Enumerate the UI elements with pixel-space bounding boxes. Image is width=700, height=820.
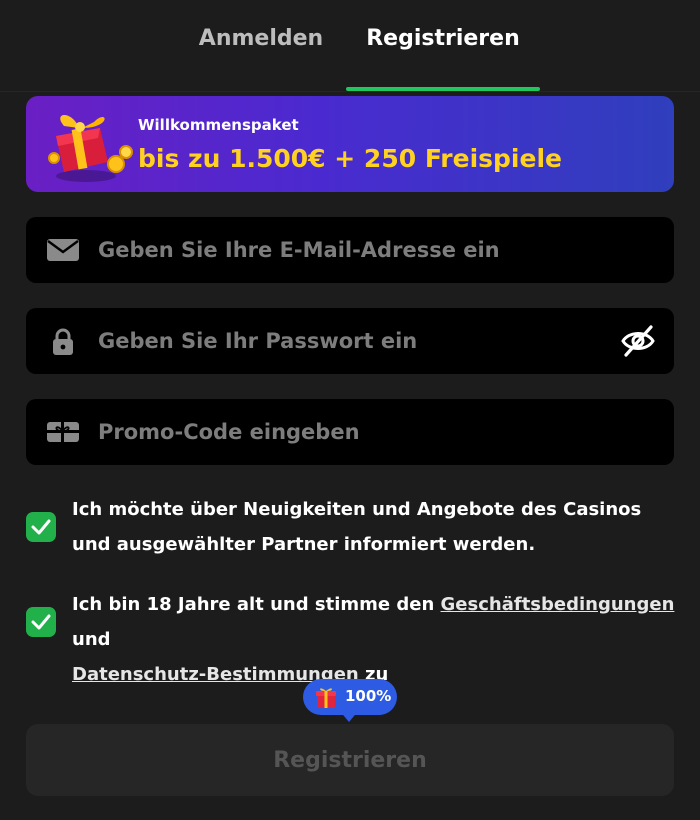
progress-bubble-tail [339,710,359,722]
age-terms-consent-text: Ich bin 18 Jahre alt und stimme den Gesc… [72,587,682,692]
welcome-bonus-banner[interactable]: Willkommenspaket bis zu 1.500€ + 250 Fre… [26,96,674,192]
newsletter-checkbox[interactable] [26,512,56,542]
tab-login[interactable]: Anmelden [176,26,346,56]
gift-card-icon [47,422,79,442]
auth-tabs: Anmelden Registrieren [0,0,700,92]
promo-code-input[interactable] [98,399,608,465]
newsletter-consent-text: Ich möchte über Neuigkeiten und Angebote… [72,499,642,555]
gift-box-icon [48,115,133,182]
envelope-icon [47,239,79,261]
banner-subtitle: Willkommenspaket [138,116,299,134]
registration-page: Anmelden Registrieren Willkommenspaket b… [0,0,700,820]
banner-title: bis zu 1.500€ + 250 Freispiele [138,144,562,173]
tab-register[interactable]: Registrieren [346,26,540,56]
consent-text-middle: und [72,629,111,650]
password-field[interactable] [26,308,674,374]
terms-link[interactable]: Geschäftsbedingungen [441,594,675,615]
register-submit-button[interactable]: Registrieren [26,724,674,796]
consent-text-before: Ich bin 18 Jahre alt und stimme den [72,594,441,615]
email-field[interactable] [26,217,674,283]
email-input[interactable] [98,217,608,283]
checkmark-icon [31,614,51,630]
gift-icon [316,688,336,708]
lock-icon [53,328,73,355]
eye-slash-icon[interactable] [620,324,656,358]
password-input[interactable] [98,308,608,374]
checkmark-icon [31,519,51,535]
active-tab-indicator [346,87,540,91]
promo-code-field[interactable] [26,399,674,465]
age-terms-checkbox[interactable] [26,607,56,637]
progress-label: 100% [345,687,392,705]
